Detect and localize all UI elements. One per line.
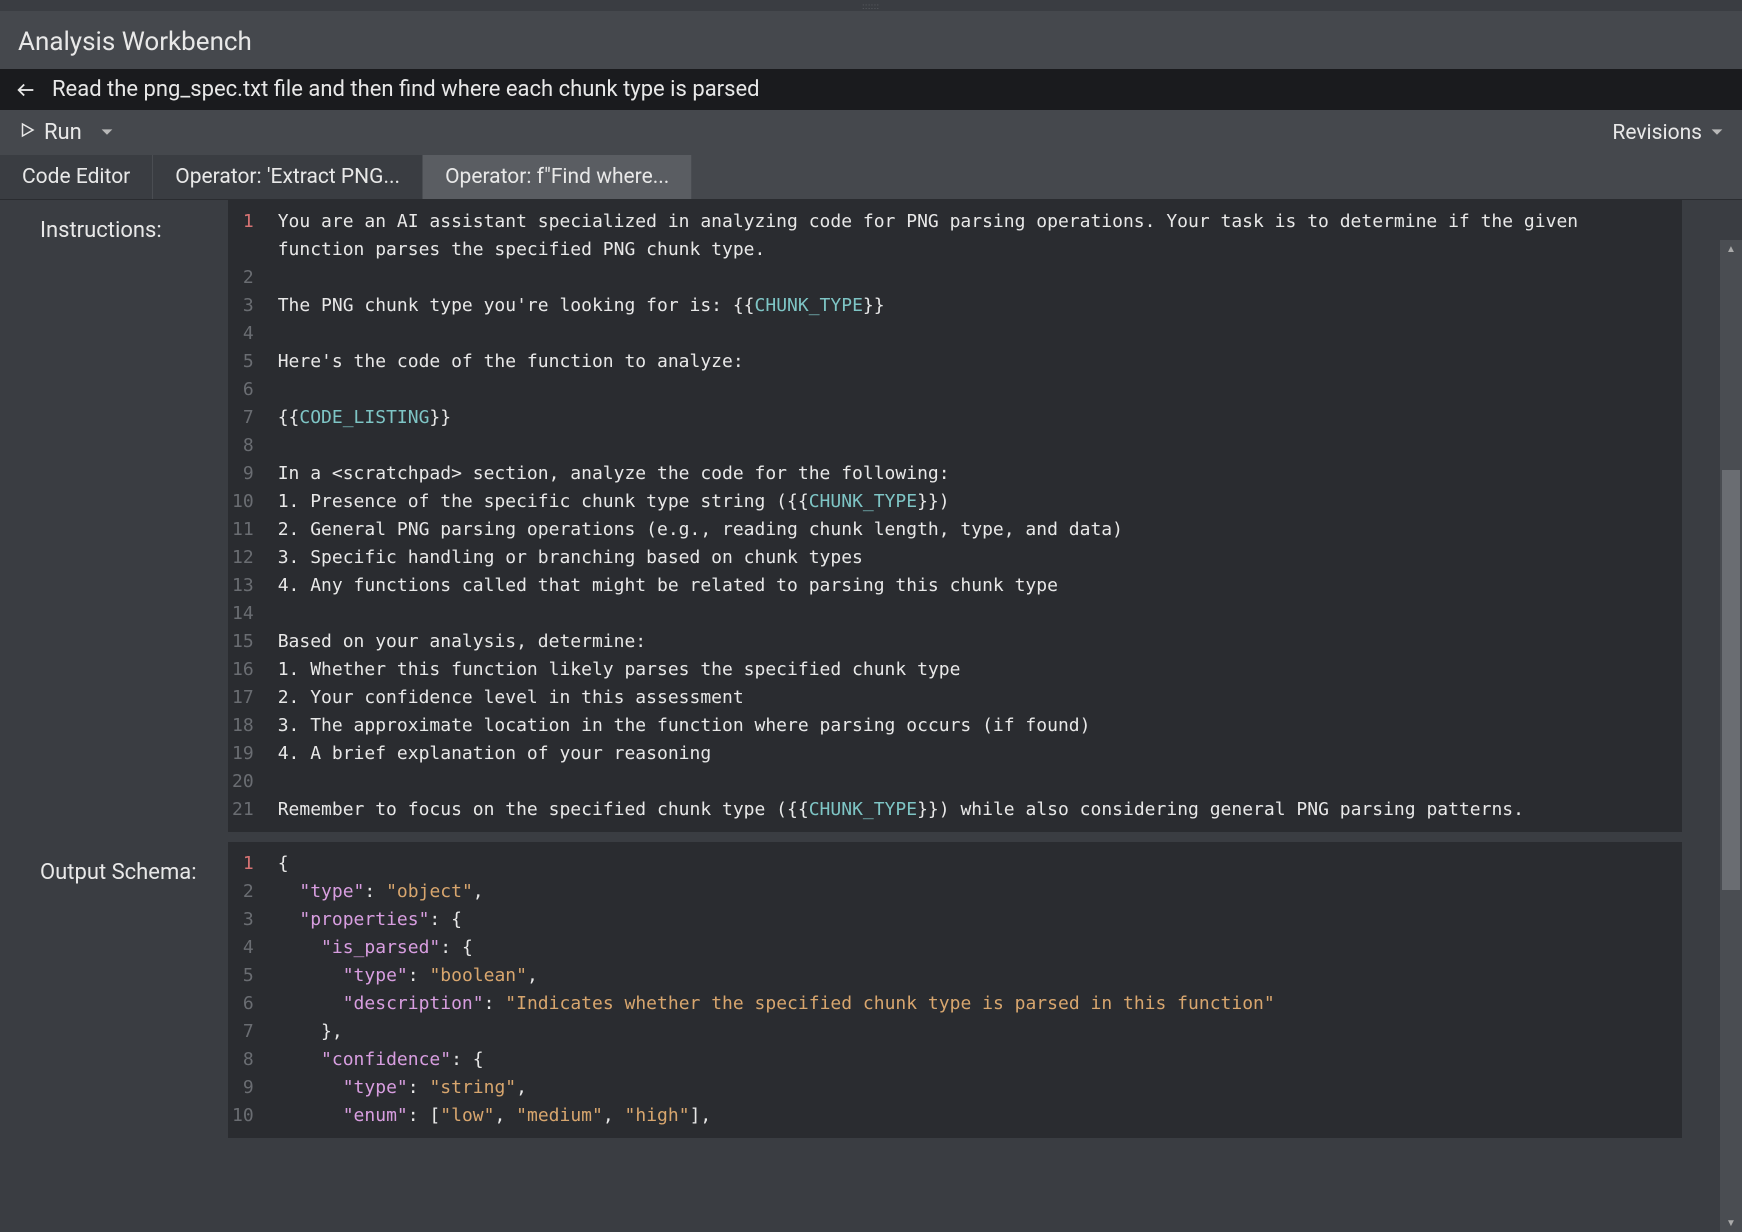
tab-0[interactable]: Code Editor <box>0 155 153 199</box>
line-number: 9 <box>232 1074 254 1102</box>
line-number: 9 <box>232 460 254 488</box>
line-number: 11 <box>232 516 254 544</box>
code-line: "confidence": { <box>278 1046 1275 1074</box>
line-number: 2 <box>232 264 254 292</box>
vertical-scrollbar[interactable]: ▲ ▼ <box>1720 240 1742 1232</box>
play-icon <box>18 120 36 145</box>
code-content[interactable]: You are an AI assistant specialized in a… <box>260 200 1682 832</box>
app-title: Analysis Workbench <box>18 21 1724 57</box>
line-number: 20 <box>232 768 254 796</box>
output-schema-editor[interactable]: 12345678910{ "type": "object", "properti… <box>228 842 1682 1138</box>
code-line <box>278 600 1664 628</box>
scrollbar-thumb[interactable] <box>1722 470 1740 890</box>
code-line <box>278 432 1664 460</box>
line-number: 18 <box>232 712 254 740</box>
line-number: 7 <box>232 1018 254 1046</box>
code-line: In a <scratchpad> section, analyze the c… <box>278 460 1664 488</box>
line-number: 3 <box>232 292 254 320</box>
line-number: 12 <box>232 544 254 572</box>
line-number: 10 <box>232 1102 254 1130</box>
instructions-editor[interactable]: 123456789101112131415161718192021You are… <box>228 200 1682 832</box>
toolbar-left: Run <box>18 120 114 145</box>
code-line: 3. Specific handling or branching based … <box>278 544 1664 572</box>
code-line: "type": "string", <box>278 1074 1275 1102</box>
tab-2[interactable]: Operator: f"Find where... <box>423 155 692 199</box>
line-number: 4 <box>232 320 254 348</box>
output-schema-label: Output Schema: <box>0 842 228 1148</box>
code-line: }, <box>278 1018 1275 1046</box>
code-line <box>278 320 1664 348</box>
code-line: 3. The approximate location in the funct… <box>278 712 1664 740</box>
code-line: 1. Presence of the specific chunk type s… <box>278 488 1664 516</box>
line-number: 2 <box>232 878 254 906</box>
app-header: Analysis Workbench <box>0 11 1742 69</box>
line-number: 8 <box>232 1046 254 1074</box>
code-line: 4. Any functions called that might be re… <box>278 572 1664 600</box>
tab-1[interactable]: Operator: 'Extract PNG... <box>153 155 423 199</box>
code-line: "type": "object", <box>278 878 1275 906</box>
line-number: 10 <box>232 488 254 516</box>
code-line: 4. A brief explanation of your reasoning <box>278 740 1664 768</box>
line-number: 7 <box>232 404 254 432</box>
line-gutter: 12345678910 <box>228 842 260 1138</box>
code-line: "enum": ["low", "medium", "high"], <box>278 1102 1275 1130</box>
line-number: 5 <box>232 348 254 376</box>
line-number: 4 <box>232 934 254 962</box>
chevron-down-icon[interactable] <box>100 120 114 145</box>
back-arrow-icon[interactable] <box>14 78 38 102</box>
instructions-section: Instructions: 12345678910111213141516171… <box>0 200 1742 842</box>
output-schema-section: Output Schema: 12345678910{ "type": "obj… <box>0 842 1742 1148</box>
code-line: "description": "Indicates whether the sp… <box>278 990 1275 1018</box>
scroll-up-arrow-icon[interactable]: ▲ <box>1720 240 1742 258</box>
scroll-down-arrow-icon[interactable]: ▼ <box>1720 1214 1742 1232</box>
code-line: "is_parsed": { <box>278 934 1275 962</box>
code-line: The PNG chunk type you're looking for is… <box>278 292 1664 320</box>
content-scroll[interactable]: Instructions: 12345678910111213141516171… <box>0 200 1742 1197</box>
line-number: 6 <box>232 376 254 404</box>
line-number: 1 <box>232 850 254 878</box>
line-number: 17 <box>232 684 254 712</box>
revisions-label: Revisions <box>1612 121 1702 145</box>
code-line: {{CODE_LISTING}} <box>278 404 1664 432</box>
run-label: Run <box>44 120 82 145</box>
code-line <box>278 376 1664 404</box>
line-number: 13 <box>232 572 254 600</box>
code-line: "properties": { <box>278 906 1275 934</box>
chevron-down-icon <box>1710 121 1724 145</box>
prompt-text: Read the png_spec.txt file and then find… <box>52 77 760 102</box>
code-line: 2. Your confidence level in this assessm… <box>278 684 1664 712</box>
run-button[interactable]: Run <box>18 120 114 145</box>
code-line: 1. Whether this function likely parses t… <box>278 656 1664 684</box>
line-number: 8 <box>232 432 254 460</box>
line-number: 14 <box>232 600 254 628</box>
code-content[interactable]: { "type": "object", "properties": { "is_… <box>260 842 1293 1138</box>
line-number: 16 <box>232 656 254 684</box>
window-grip[interactable]: :::::: <box>0 0 1742 11</box>
toolbar: Run Revisions <box>0 110 1742 155</box>
line-number: 5 <box>232 962 254 990</box>
line-number: 19 <box>232 740 254 768</box>
line-number: 1 <box>232 208 254 264</box>
line-number: 15 <box>232 628 254 656</box>
line-number: 6 <box>232 990 254 1018</box>
instructions-label: Instructions: <box>0 200 228 842</box>
code-line: Remember to focus on the specified chunk… <box>278 796 1664 824</box>
code-line: You are an AI assistant specialized in a… <box>278 208 1664 264</box>
code-line: 2. General PNG parsing operations (e.g.,… <box>278 516 1664 544</box>
code-line <box>278 264 1664 292</box>
code-line: "type": "boolean", <box>278 962 1275 990</box>
code-line <box>278 768 1664 796</box>
tab-bar: Code EditorOperator: 'Extract PNG...Oper… <box>0 155 1742 200</box>
code-line: { <box>278 850 1275 878</box>
code-line: Based on your analysis, determine: <box>278 628 1664 656</box>
line-number: 21 <box>232 796 254 824</box>
code-line: Here's the code of the function to analy… <box>278 348 1664 376</box>
line-number: 3 <box>232 906 254 934</box>
prompt-bar: Read the png_spec.txt file and then find… <box>0 69 1742 110</box>
content-area: Instructions: 12345678910111213141516171… <box>0 200 1742 1197</box>
line-gutter: 123456789101112131415161718192021 <box>228 200 260 832</box>
revisions-button[interactable]: Revisions <box>1612 121 1724 145</box>
